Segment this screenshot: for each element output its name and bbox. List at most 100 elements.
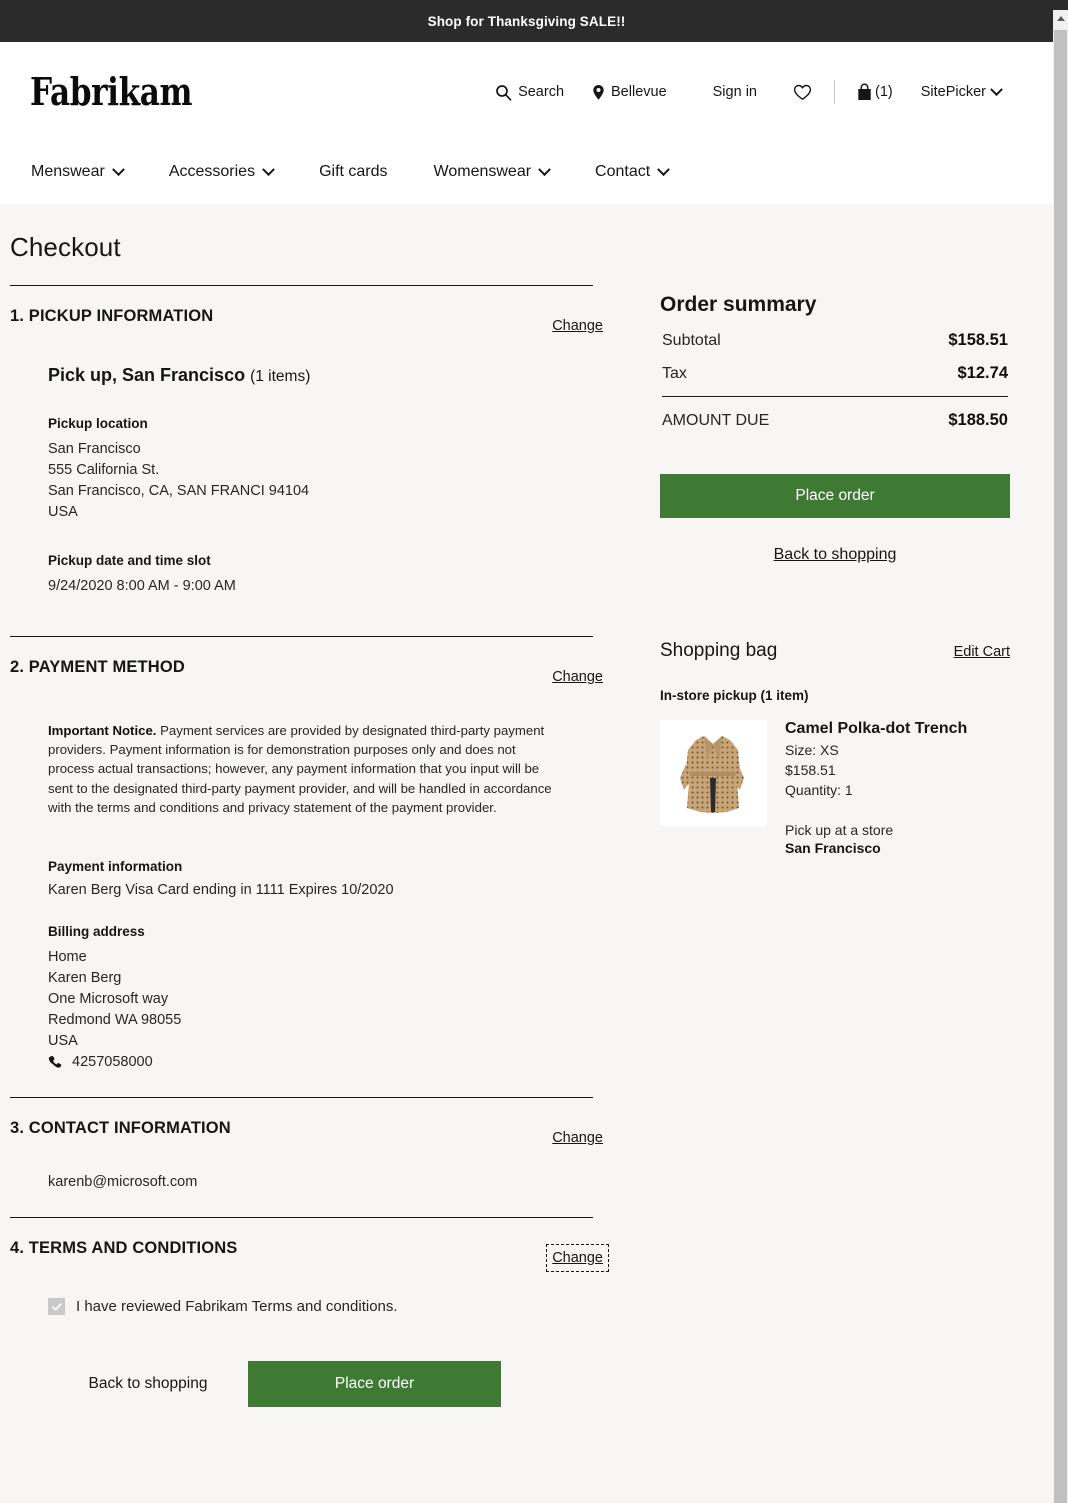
search-icon [495,84,512,101]
search-label: Search [518,84,565,100]
vertical-scrollbar[interactable] [1053,0,1068,1503]
chevron-down-icon [262,162,275,176]
shopping-bag-button[interactable]: (1) [857,83,893,101]
map-pin-icon [592,84,605,101]
change-payment-link[interactable]: Change [552,669,603,685]
terms-checkbox-label: I have reviewed Fabrikam Terms and condi… [76,1298,398,1316]
site-header: Fabrikam Search Bellevue Sign in (1) Sit… [0,42,1053,204]
main-navigation: Menswear Accessories Gift cards Womenswe… [30,142,1023,202]
place-order-button-bottom[interactable]: Place order [248,1361,501,1408]
phone-icon [48,1055,63,1070]
pickup-address-line: 555 California St. [48,462,160,478]
sign-in-link[interactable]: Sign in [713,84,757,100]
header-top-row: Fabrikam Search Bellevue Sign in (1) Sit… [30,42,1023,142]
order-summary-row-subtotal: Subtotal $158.51 [660,317,1010,350]
order-summary-title: Order summary [660,293,817,316]
product-pickup-store: San Francisco [785,840,881,856]
billing-address-line: One Microsoft way [48,991,169,1008]
summary-row-label: Subtotal [662,332,721,349]
contact-email-value: karenb@microsoft.com [48,1174,198,1191]
product-pickup-note: Pick up at a store [785,822,894,838]
payment-info-value: Karen Berg Visa Card ending in 1111 Expi… [48,882,394,899]
checkout-page: Checkout 1. PICKUP INFORMATION Change Pi… [0,204,1053,1503]
section-body-payment: Important Notice. Payment services are p… [10,721,593,1070]
nav-item-menswear[interactable]: Menswear [31,162,125,181]
summary-row-label: Tax [662,365,687,382]
section-title-payment: 2. PAYMENT METHOD [10,658,185,676]
scrollbar-thumb[interactable] [1054,30,1067,1503]
chevron-down-icon [538,162,551,176]
product-size: Size: XS [785,742,839,758]
shopping-bag-count: (1) [874,84,893,100]
pickup-address-line: San Francisco [48,441,141,457]
chevron-down-icon [990,82,1003,96]
product-thumbnail[interactable] [660,720,767,826]
nav-label: Menswear [31,163,105,180]
payment-notice: Important Notice. Payment services are p… [48,721,563,817]
shopping-bag-title: Shopping bag [660,640,778,661]
billing-address-label: Billing address [48,924,145,940]
terms-checkbox[interactable] [48,1298,65,1316]
change-terms-link[interactable]: Change [546,1244,609,1273]
bag-group-label: In-store pickup (1 item) [660,688,809,703]
header-divider [833,80,835,104]
nav-label: Contact [595,163,651,180]
nav-item-contact[interactable]: Contact [595,162,671,181]
shopping-bag-header: Shopping bag Edit Cart [660,640,1010,662]
pickup-items-count: (1 items) [250,368,311,385]
page-title: Checkout [10,232,121,262]
product-name[interactable]: Camel Polka-dot Trench [785,720,967,738]
pickup-heading-text: Pick up, San Francisco [48,365,246,385]
pickup-heading: Pick up, San Francisco (1 items) [48,365,593,386]
checkout-columns: 1. PICKUP INFORMATION Change Pick up, Sa… [0,263,1053,1408]
summary-row-amount: $158.51 [948,331,1008,349]
scrollbar-up-button[interactable] [1053,10,1068,27]
section-header: 2. PAYMENT METHOD Change [10,637,603,685]
billing-phone-value: 4257058000 [72,1054,153,1071]
pickup-address-line: San Francisco, CA, SAN FRANCI 94104 [48,483,310,499]
section-body-pickup: Pick up, San Francisco (1 items) Pickup l… [10,365,593,597]
change-pickup-link[interactable]: Change [552,318,603,334]
nav-item-womenswear[interactable]: Womenswear [434,162,551,181]
section-header: 1. PICKUP INFORMATION Change [10,286,603,334]
site-picker-dropdown[interactable]: SitePicker [920,82,1003,100]
heart-icon [793,84,812,101]
promo-banner[interactable]: Shop for Thanksgiving SALE!! [0,0,1053,42]
back-to-shopping-button-bottom[interactable]: Back to shopping [48,1365,248,1403]
billing-address-line: Karen Berg [48,970,122,987]
sign-in-label: Sign in [712,84,757,100]
checkout-main-column: 1. PICKUP INFORMATION Change Pick up, Sa… [10,263,609,1408]
product-info: Camel Polka-dot Trench Size: XS $158.51 … [785,720,967,856]
brand-logo[interactable]: Fabrikam [30,73,193,111]
section-payment-method: 2. PAYMENT METHOD Change Important Notic… [10,637,603,1099]
chevron-down-icon [657,162,671,176]
edit-cart-link[interactable]: Edit Cart [954,644,1010,660]
billing-address-line: Home [48,949,87,966]
checkout-bottom-actions: Back to shopping Place order [10,1361,593,1408]
back-to-shopping-link[interactable]: Back to shopping [660,546,1010,564]
search-button[interactable]: Search [495,84,564,101]
section-title-pickup: 1. PICKUP INFORMATION [10,307,214,325]
section-contact-information: 3. CONTACT INFORMATION Change karenb@mic… [10,1098,603,1219]
nav-item-gift-cards[interactable]: Gift cards [319,163,387,181]
nav-item-accessories[interactable]: Accessories [169,162,275,181]
change-contact-link[interactable]: Change [552,1130,603,1146]
order-summary-row-tax: Tax $12.74 [660,350,1010,383]
chevron-up-icon [1056,16,1065,21]
promo-banner-text: Shop for Thanksgiving SALE!! [427,13,626,29]
payment-info-label: Payment information [48,859,183,875]
section-title-terms: 4. TERMS AND CONDITIONS [10,1239,238,1258]
summary-total-label: AMOUNT DUE [662,412,770,429]
section-terms-and-conditions: 4. TERMS AND CONDITIONS Change I have re… [10,1218,609,1408]
checkout-sidebar: Order summary Subtotal $158.51 Tax $12.7… [660,263,1010,856]
bag-line-item: Camel Polka-dot Trench Size: XS $158.51 … [660,720,1010,856]
site-picker-label: SitePicker [920,84,986,100]
place-order-button[interactable]: Place order [660,474,1010,518]
terms-checkbox-row[interactable]: I have reviewed Fabrikam Terms and condi… [10,1298,593,1316]
wishlist-button[interactable] [793,84,812,101]
chevron-down-icon [111,162,125,176]
nav-label: Gift cards [319,163,388,180]
store-location-button[interactable]: Bellevue [592,84,667,101]
scrollbar-top-cap [1053,0,1068,10]
header-utilities: Search Bellevue Sign in (1) SitePicker [495,80,1023,104]
